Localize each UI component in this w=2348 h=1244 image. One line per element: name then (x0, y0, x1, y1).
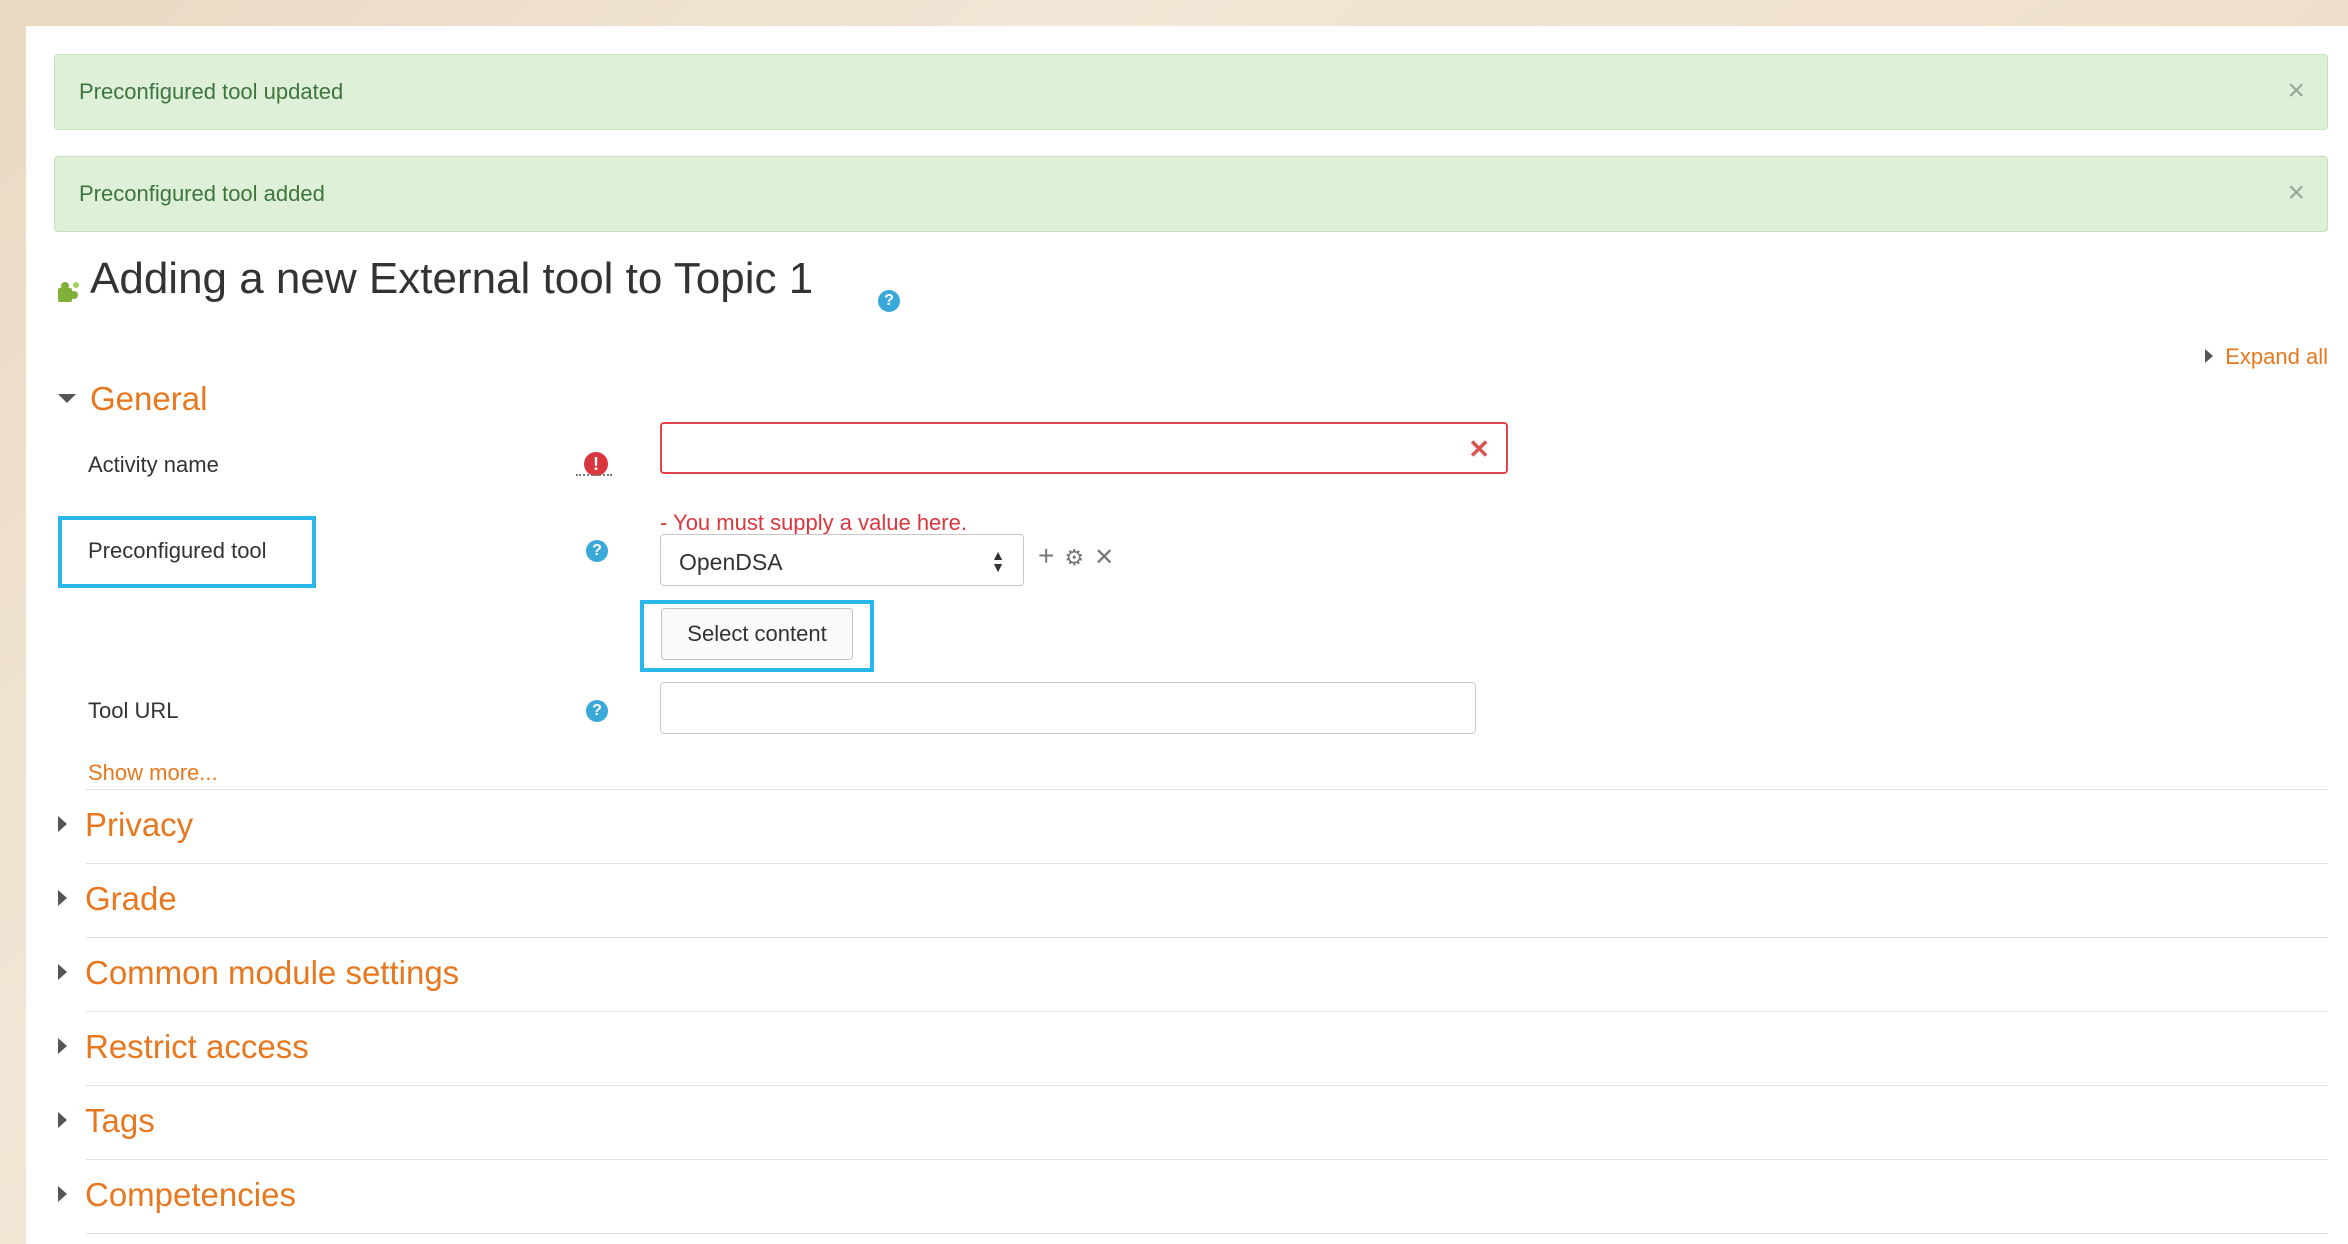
triangle-right-icon (58, 1186, 67, 1203)
select-arrows-icon: ▲ ▼ (991, 547, 1005, 575)
triangle-right-icon (58, 816, 67, 833)
page-title: Adding a new External tool to Topic 1 (90, 254, 814, 303)
alert-text: Preconfigured tool added (79, 181, 325, 206)
alert-text: Preconfigured tool updated (79, 79, 344, 104)
alert-updated: Preconfigured tool updated × (54, 54, 2328, 130)
section-label: Competencies (85, 1176, 296, 1213)
preconfigured-tool-select[interactable]: OpenDSA ▲ ▼ (660, 534, 1024, 586)
section-label: Tags (85, 1102, 155, 1139)
tool-url-input[interactable] (660, 682, 1476, 734)
section-label: General (90, 380, 208, 417)
help-icon[interactable]: ? (586, 700, 608, 722)
section-label: Common module settings (85, 954, 460, 991)
select-value: OpenDSA (679, 549, 783, 575)
section-general[interactable]: General (58, 380, 207, 418)
section-common-module-settings[interactable]: Common module settings (58, 954, 459, 992)
expand-all-label: Expand all (2225, 344, 2328, 369)
help-icon[interactable]: ? (586, 540, 608, 562)
divider (86, 1085, 2328, 1086)
expand-all-link[interactable]: Expand all (2205, 344, 2328, 370)
page-content: Preconfigured tool updated × Preconfigur… (26, 26, 2348, 1244)
add-icon[interactable]: + (1038, 540, 1054, 571)
select-content-button[interactable]: Select content (661, 608, 853, 660)
divider (86, 937, 2328, 938)
activity-name-input[interactable]: ✕ (660, 422, 1508, 474)
section-tags[interactable]: Tags (58, 1102, 155, 1140)
alert-added: Preconfigured tool added × (54, 156, 2328, 232)
divider (86, 789, 2328, 790)
required-underline (576, 474, 612, 476)
activity-name-error: - You must supply a value here. (660, 510, 967, 535)
puzzle-icon (54, 278, 82, 311)
close-icon[interactable]: × (2287, 175, 2305, 211)
error-clear-icon: ✕ (1468, 434, 1490, 464)
triangle-right-icon (58, 1112, 67, 1129)
triangle-right-icon (58, 890, 67, 907)
show-more-link[interactable]: Show more... (88, 760, 218, 786)
required-icon: ! (584, 452, 608, 476)
section-competencies[interactable]: Competencies (58, 1176, 296, 1214)
section-privacy[interactable]: Privacy (58, 806, 193, 844)
triangle-right-icon (58, 1038, 67, 1055)
divider (86, 863, 2328, 864)
tool-url-label: Tool URL (88, 698, 179, 723)
section-label: Restrict access (85, 1028, 309, 1065)
divider (86, 1011, 2328, 1012)
remove-icon[interactable]: ✕ (1094, 544, 1114, 571)
preconfigured-tool-label: Preconfigured tool (88, 538, 267, 563)
gear-icon[interactable]: ⚙ (1064, 545, 1084, 570)
triangle-right-icon (58, 964, 67, 981)
divider (86, 1159, 2328, 1160)
help-icon[interactable]: ? (878, 290, 900, 312)
activity-name-label: Activity name (88, 452, 219, 477)
divider (86, 1233, 2328, 1234)
tool-actions: + ⚙ ✕ (1038, 540, 1124, 572)
section-label: Privacy (85, 806, 194, 843)
triangle-down-icon (58, 393, 76, 403)
triangle-right-icon (2205, 349, 2214, 364)
close-icon[interactable]: × (2287, 73, 2305, 109)
section-grade[interactable]: Grade (58, 880, 177, 918)
section-label: Grade (85, 880, 177, 917)
section-restrict-access[interactable]: Restrict access (58, 1028, 309, 1066)
